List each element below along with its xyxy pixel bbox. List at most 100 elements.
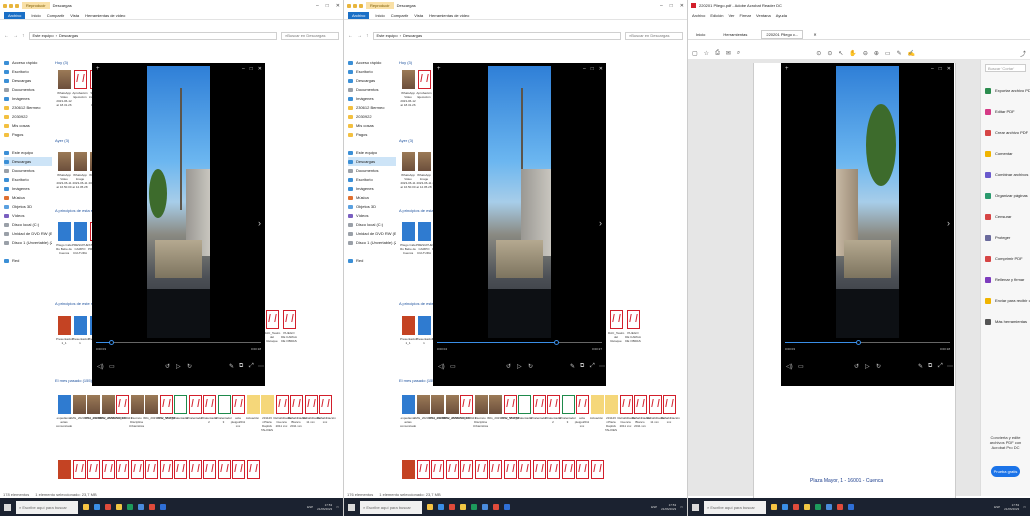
tool-item[interactable]: Organizar páginas — [985, 185, 1028, 206]
file-icon[interactable] — [72, 460, 86, 479]
minimize-icon[interactable]: – — [660, 3, 663, 9]
file-icon[interactable] — [627, 310, 640, 329]
video-tools-tab[interactable]: Reproducir — [22, 2, 50, 9]
keyboard-lang[interactable]: ESP — [651, 505, 657, 509]
file-name[interactable]: WhatsApp Image 2023-06-11 at 12.05.28 — [416, 173, 432, 189]
nav-item[interactable]: Mis cosas — [348, 121, 396, 130]
tool-item[interactable]: Proteger — [985, 227, 1026, 248]
file-icon[interactable] — [474, 395, 488, 414]
minimize-icon[interactable]: – — [583, 66, 586, 72]
nav-item[interactable]: Disco local (C:) — [348, 220, 396, 229]
ribbon-tab-home[interactable]: Inicio — [31, 13, 40, 18]
nav-item[interactable]: Este equipo — [4, 148, 52, 157]
file-icon[interactable] — [547, 395, 560, 414]
forward-icon[interactable]: ↻ — [528, 363, 533, 370]
file-icon[interactable] — [648, 395, 662, 414]
nav-item[interactable]: Pagos — [348, 130, 396, 139]
nav-item[interactable]: Acceso rápido — [4, 58, 52, 67]
file-icon[interactable] — [72, 395, 86, 414]
next-video-icon[interactable]: › — [258, 218, 261, 228]
file-icon[interactable] — [590, 395, 604, 414]
taskbar-app-icon[interactable] — [149, 504, 155, 510]
file-name[interactable]: DAC_Teatro del Retoque — [608, 331, 624, 343]
file-icon[interactable] — [503, 460, 517, 479]
nav-item[interactable]: 230612 Bermeo — [4, 103, 52, 112]
close-icon[interactable]: ✕ — [947, 66, 951, 72]
seek-knob[interactable] — [553, 340, 559, 345]
file-icon[interactable] — [74, 222, 87, 241]
forward-icon[interactable]: ↻ — [876, 363, 881, 370]
file-icon[interactable] — [445, 395, 459, 414]
file-icon[interactable] — [101, 395, 115, 414]
file-icon[interactable] — [217, 395, 231, 414]
maximize-icon[interactable]: □ — [939, 66, 942, 72]
file-icon[interactable] — [402, 152, 415, 171]
nav-item[interactable]: Escritorio — [348, 67, 396, 76]
file-icon[interactable] — [101, 460, 115, 479]
nav-item[interactable]: Imágenes — [348, 184, 396, 193]
zoom-in-icon[interactable]: ⊕ — [874, 50, 879, 57]
tool-item[interactable]: Más herramientas — [985, 311, 1027, 332]
tab-home[interactable]: Inicio — [692, 31, 709, 38]
notifications-icon[interactable]: ▭ — [680, 505, 683, 509]
nav-item[interactable]: 2030922 — [348, 112, 396, 121]
minimize-icon[interactable]: – — [316, 3, 319, 9]
nav-item[interactable]: Unidad de DVD RW (E:) Ayuntamiento — [348, 229, 396, 238]
add-icon[interactable]: + — [96, 66, 132, 78]
mini-view-icon[interactable]: ⧉ — [580, 363, 584, 370]
file-icon[interactable] — [145, 395, 158, 414]
file-icon[interactable] — [87, 460, 100, 479]
nav-item[interactable]: Descargas — [348, 76, 396, 85]
tool-item[interactable]: Rellenar y firmar — [985, 269, 1026, 290]
file-icon[interactable] — [130, 460, 144, 479]
file-icon[interactable] — [431, 460, 444, 479]
search-input[interactable]: ⌕ Buscar en Descargas — [625, 31, 683, 40]
file-name[interactable]: WhatsApp Video 2023-06-11 at 16.50.00 — [400, 173, 416, 189]
file-name[interactable]: Rehabilitación xxx — [317, 416, 336, 424]
select-icon[interactable]: ↖ — [838, 50, 843, 57]
file-icon[interactable] — [58, 395, 71, 414]
file-icon[interactable] — [431, 395, 444, 414]
mail-icon[interactable]: ✉ — [726, 50, 731, 57]
nav-item[interactable]: Este equipo — [348, 148, 396, 157]
file-icon[interactable] — [203, 395, 216, 414]
clock[interactable]: 17:53 21/06/2023 — [317, 503, 332, 511]
group-header[interactable]: El mes pasado (155) — [55, 378, 92, 383]
comment-icon[interactable]: ▭ — [885, 50, 891, 57]
file-icon[interactable] — [246, 395, 260, 414]
keyboard-lang[interactable]: ESP — [994, 505, 1000, 509]
file-icon[interactable] — [87, 395, 100, 414]
breadcrumb-folder[interactable]: Descargas — [403, 33, 422, 38]
file-icon[interactable] — [489, 460, 502, 479]
file-icon[interactable] — [116, 460, 129, 479]
nav-item[interactable]: Documentos — [348, 166, 396, 175]
taskbar-app-icon[interactable] — [782, 504, 788, 510]
ribbon-tab-file[interactable]: Archivo — [348, 11, 370, 19]
file-name[interactable]: WhatsApp Video 2023-06-11 at 16.50.00 — [56, 173, 72, 189]
file-icon[interactable] — [275, 395, 289, 414]
ribbon-tab-view[interactable]: Vista — [414, 13, 423, 18]
tab-document[interactable]: 220201 Pliego c... — [761, 30, 804, 39]
file-icon[interactable] — [319, 395, 332, 414]
menu-view[interactable]: Ver — [728, 13, 734, 18]
file-icon[interactable] — [266, 310, 279, 329]
nav-item[interactable]: Unidad de DVD RW (E:) Ayuntamiento — [4, 229, 52, 238]
search-input[interactable]: ⌕ Buscar en Descargas — [281, 31, 339, 40]
nav-item[interactable]: Disco local (C:) — [4, 220, 52, 229]
next-page-icon[interactable]: ⊙ — [827, 50, 832, 57]
file-icon[interactable] — [58, 222, 71, 241]
prev-page-icon[interactable]: ⊙ — [816, 50, 821, 57]
volume-icon[interactable]: ◁) — [786, 363, 793, 370]
tool-item[interactable]: Exportar archivo PDF — [985, 80, 1030, 101]
file-icon[interactable] — [232, 395, 245, 414]
nav-item[interactable]: Red — [4, 256, 52, 265]
maximize-icon[interactable]: □ — [670, 3, 673, 9]
rewind-icon[interactable]: ↺ — [854, 363, 859, 370]
file-name[interactable]: Rehabilitación xxx — [661, 416, 680, 424]
up-arrow-icon[interactable]: ↑ — [366, 33, 369, 39]
taskbar-app-icon[interactable] — [94, 504, 100, 510]
ribbon-tab-file[interactable]: Archivo — [4, 11, 26, 19]
taskbar-app-icon[interactable] — [105, 504, 111, 510]
add-icon[interactable]: + — [785, 66, 821, 78]
tool-item[interactable]: Crear archivo PDF — [985, 122, 1028, 143]
